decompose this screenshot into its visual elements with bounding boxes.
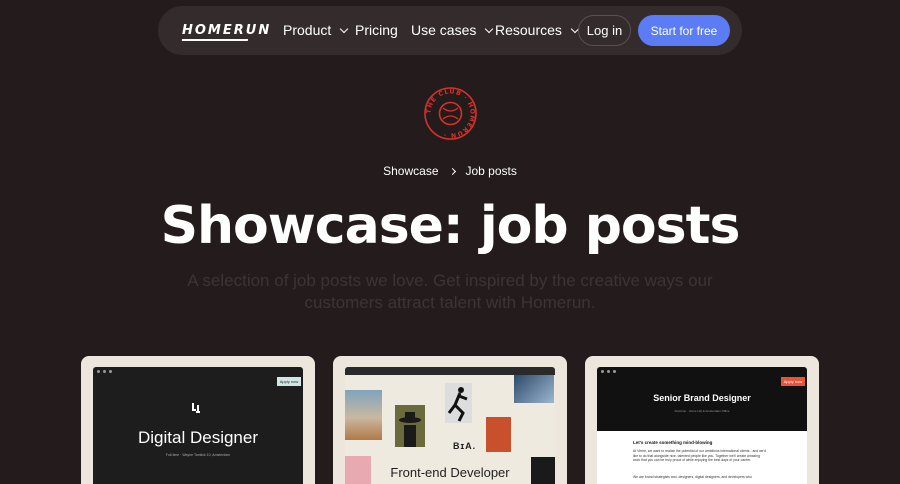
job-post-card-senior-brand-designer[interactable]: Apply now Senior Brand Designer Full-tim… <box>585 356 819 484</box>
job-meta: Full-time · Wayne Tamlick 10, Amsterdam <box>165 453 231 457</box>
job-post-preview: Apply now Senior Brand Designer Full-tim… <box>597 367 807 484</box>
the-club-badge-icon: THE CLUB · HOMERUN · <box>424 87 477 140</box>
photo-ocean <box>514 375 554 403</box>
window-dots <box>97 370 112 373</box>
apply-now-button: Apply now <box>277 377 301 386</box>
nav-item-use-cases[interactable]: Use cases <box>411 22 494 38</box>
section-paragraph: We are brand strategists and -designers,… <box>633 475 752 479</box>
browser-bar <box>345 367 555 375</box>
hat-figure-icon <box>399 412 421 447</box>
brand-mark-icon <box>192 403 200 413</box>
nav-item-resources[interactable]: Resources <box>495 22 580 38</box>
homerun-logo[interactable]: HOMERUN <box>182 23 271 38</box>
nav-item-pricing[interactable]: Pricing <box>355 22 398 38</box>
section-paragraph: At Verne, we want to realize the potenti… <box>633 449 766 463</box>
nav-item-label: Pricing <box>355 22 398 38</box>
login-button[interactable]: Log in <box>578 15 631 46</box>
page-title: Showcase: job posts <box>160 196 741 256</box>
photo-orange <box>486 417 511 452</box>
job-post-preview: Apply now Digital Designer Full-time · W… <box>93 367 303 484</box>
runner-figure-icon <box>447 387 468 422</box>
section-heading: Let's create something mind-blowing <box>633 440 713 445</box>
job-meta: Full-time · Verne HQ & Amsterdam Office <box>674 409 730 413</box>
nav-item-label: Resources <box>495 22 562 38</box>
chevron-down-icon <box>340 24 349 33</box>
breadcrumb: Showcase Job posts <box>0 164 900 178</box>
chevron-right-icon <box>448 167 456 175</box>
job-title: Digital Designer <box>138 428 258 447</box>
photo-desert <box>345 390 382 440</box>
job-post-card-front-end-developer[interactable]: Apply now BɪA. Front-end Developer <box>333 356 567 484</box>
job-title: Front-end Developer <box>390 465 510 480</box>
job-post-preview: Apply now BɪA. Front-end Developer <box>345 367 555 484</box>
start-for-free-button[interactable]: Start for free <box>638 15 730 46</box>
job-title: Senior Brand Designer <box>653 393 751 403</box>
window-dots <box>601 370 616 373</box>
nav-item-product[interactable]: Product <box>283 22 349 38</box>
breadcrumb-job-posts[interactable]: Job posts <box>466 164 517 178</box>
page-subtitle: A selection of job posts we love. Get in… <box>187 271 713 312</box>
chevron-down-icon <box>485 24 494 33</box>
logo-underline <box>181 39 249 41</box>
apply-now-button: Apply now <box>781 377 805 386</box>
nav-item-label: Use cases <box>411 22 477 38</box>
nav-item-label: Product <box>283 22 332 38</box>
top-navigation: HOMERUN Product Pricing Use cases Resour… <box>158 6 742 55</box>
brand-wordmark: BɪA. <box>453 441 477 451</box>
breadcrumb-showcase[interactable]: Showcase <box>383 164 438 178</box>
job-post-card-digital-designer[interactable]: Apply now Digital Designer Full-time · W… <box>81 356 315 484</box>
